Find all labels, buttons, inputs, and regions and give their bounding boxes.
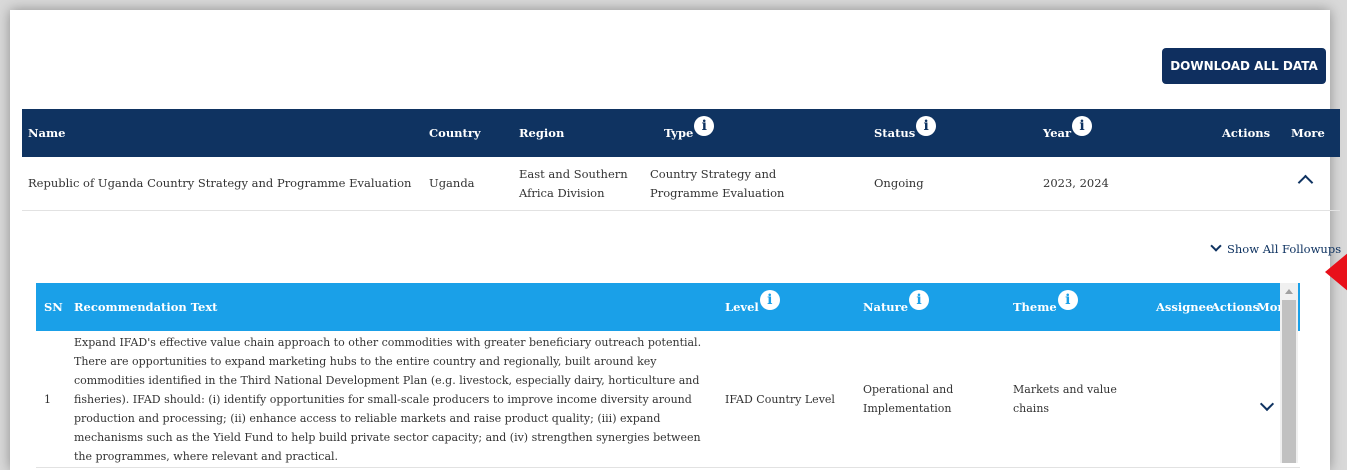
chevron-down-icon — [1210, 240, 1222, 252]
header-level: Level i — [725, 283, 780, 331]
header-type[interactable]: Type i — [664, 109, 715, 157]
table-row[interactable]: Republic of Uganda Country Strategy and … — [22, 157, 1340, 211]
header-assignee: Assignee — [1156, 300, 1214, 314]
recommendations-table: SN Recommendation Text Level i Nature i Th… — [36, 283, 1300, 468]
year-info-icon[interactable]: i — [1072, 116, 1093, 136]
collapse-chevron-up-icon[interactable] — [1297, 174, 1314, 191]
download-all-data-button[interactable]: DOWNLOAD ALL DATA — [1162, 48, 1326, 84]
cell-theme: Markets and value chains — [1013, 383, 1117, 415]
header-actions: Actions — [1222, 126, 1271, 140]
header-recommendation-text: Recommendation Text — [74, 300, 218, 314]
scrollbar-thumb[interactable] — [1282, 300, 1296, 463]
header-sub-actions: Actions — [1211, 300, 1260, 314]
recommendations-table-header: SN Recommendation Text Level i Nature i Th… — [36, 283, 1300, 331]
header-name[interactable]: Name — [28, 109, 65, 157]
evaluations-table: Name Country Region Type i Status i Year i … — [22, 109, 1340, 211]
header-more: More — [1291, 126, 1325, 140]
evaluations-table-header: Name Country Region Type i Status i Year i … — [22, 109, 1340, 157]
header-sn: SN — [44, 300, 63, 314]
level-info-icon[interactable]: i — [759, 290, 780, 310]
header-nature: Nature i — [863, 283, 930, 331]
status-info-icon[interactable]: i — [916, 116, 937, 136]
theme-info-icon[interactable]: i — [1057, 290, 1078, 310]
cell-sn: 1 — [44, 392, 51, 406]
cell-status: Ongoing — [874, 176, 924, 190]
header-status[interactable]: Status i — [874, 109, 937, 157]
nature-info-icon[interactable]: i — [909, 290, 930, 310]
expand-chevron-down-icon[interactable] — [1259, 396, 1275, 412]
show-all-followups-link[interactable]: Show All Followups — [1210, 240, 1341, 258]
cell-country: Uganda — [429, 176, 475, 190]
type-info-icon[interactable]: i — [694, 116, 715, 136]
pointer-arrow-icon — [1325, 252, 1347, 292]
cell-nature: Operational and Implementation — [863, 383, 954, 415]
cell-region: East and Southern Africa Division — [519, 166, 628, 200]
header-theme: Theme i — [1013, 283, 1078, 331]
cell-recommendation-text: Expand IFAD's effective value chain appr… — [74, 335, 702, 463]
cell-type: Country Strategy and Programme Evaluatio… — [650, 166, 785, 200]
header-country[interactable]: Country — [429, 109, 481, 157]
header-region[interactable]: Region — [519, 109, 564, 157]
vertical-scrollbar[interactable] — [1280, 283, 1298, 463]
scroll-up-arrow-icon[interactable] — [1285, 289, 1293, 294]
cell-year: 2023, 2024 — [1043, 176, 1109, 190]
cell-level: IFAD Country Level — [725, 392, 835, 406]
header-year[interactable]: Year i — [1043, 109, 1093, 157]
cell-name: Republic of Uganda Country Strategy and … — [28, 176, 412, 190]
table-row[interactable]: 1 Expand IFAD's effective value chain ap… — [36, 331, 1300, 468]
